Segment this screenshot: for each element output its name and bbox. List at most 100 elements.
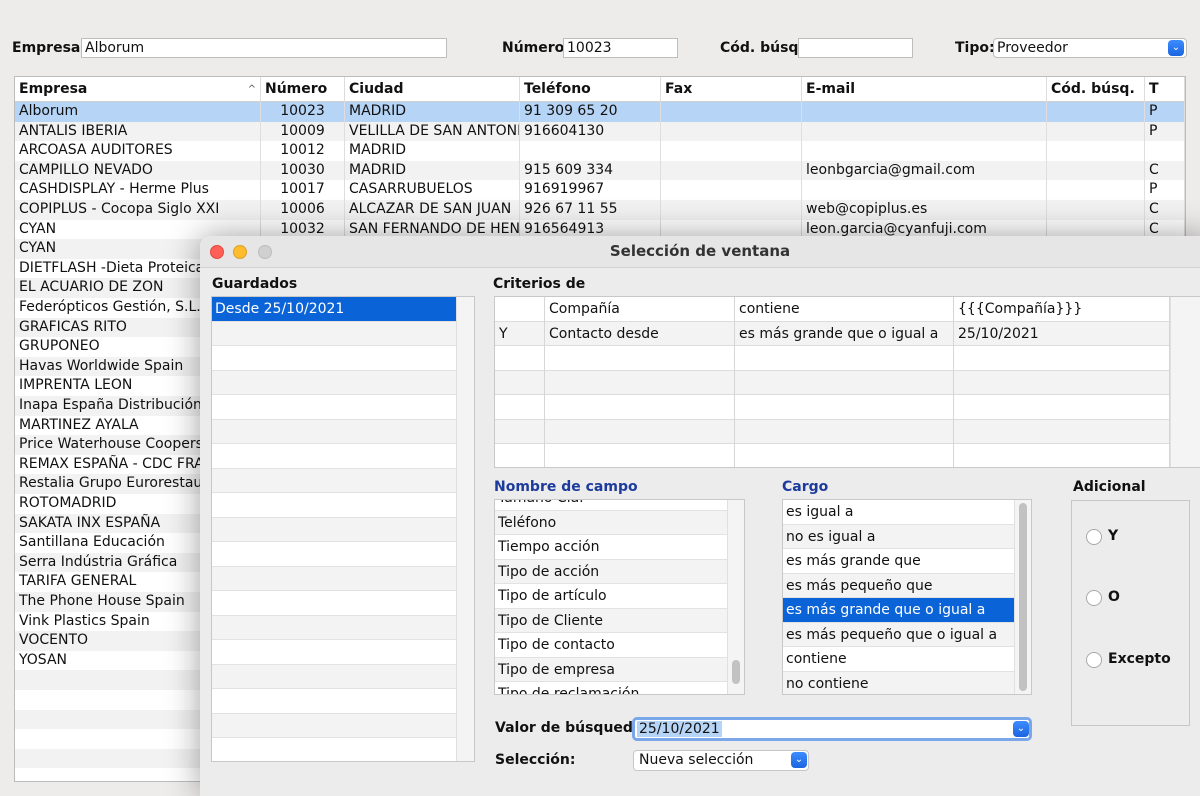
guardados-item[interactable]	[212, 713, 456, 738]
nombre-campo-item[interactable]: Tipo de reclamación	[495, 682, 727, 694]
radio-y[interactable]	[1086, 529, 1102, 545]
cell-empresa: CASHDISPLAY - Herme Plus	[15, 180, 261, 200]
guardados-item[interactable]	[212, 615, 456, 640]
cargo-item[interactable]: no contiene	[783, 671, 1014, 694]
radio-o-label: O	[1108, 589, 1120, 605]
cargo-item[interactable]: es igual a	[783, 500, 1014, 525]
numero-input[interactable]: 10023	[563, 38, 678, 58]
cell-empresa: Alborum	[15, 102, 261, 122]
radio-o[interactable]	[1086, 590, 1102, 606]
radio-excepto[interactable]	[1086, 652, 1102, 668]
valor-busqueda-label: Valor de búsqueda:	[495, 720, 648, 736]
nombre-campo-item[interactable]: Tipo de artículo	[495, 584, 727, 609]
guardados-item[interactable]	[212, 444, 456, 469]
nombre-campo-item[interactable]: Tipo de empresa	[495, 657, 727, 682]
sort-ascending-icon[interactable]: ^	[248, 77, 256, 102]
table-row[interactable]: CASHDISPLAY - Herme Plus 10017 CASARRUBUEL…	[15, 180, 1185, 200]
criterios-row[interactable]: Compañía contiene {{{Compañía}}}	[495, 297, 1170, 322]
numero-label: Número:	[502, 40, 570, 56]
col-header-email[interactable]: E-mail	[802, 77, 1047, 102]
nombre-campo-list[interactable]: Tamaño Cía.TeléfonoTiempo acciónTipo de …	[494, 499, 745, 695]
col-header-tipo[interactable]: T	[1145, 77, 1185, 102]
empresa-input[interactable]: Alborum	[81, 38, 447, 58]
nombre-campo-item[interactable]: Tipo de acción	[495, 559, 727, 584]
col-header-fax[interactable]: Fax	[661, 77, 802, 102]
valor-busqueda-input[interactable]: 25/10/2021 ⌄	[632, 717, 1032, 741]
tipo-select[interactable]: Proveedor	[993, 38, 1187, 58]
table-header: Empresa ^ Número Ciudad Teléfono Fax E-m…	[15, 77, 1185, 102]
seleccion-select[interactable]: Nueva selección ⌄	[633, 750, 809, 771]
criterios-row[interactable]	[495, 346, 1170, 371]
nombre-campo-item[interactable]: Teléfono	[495, 510, 727, 535]
guardados-item[interactable]	[212, 370, 456, 395]
criterios-cell-valor	[954, 395, 1170, 420]
table-row[interactable]: ANTALIS IBERIA 10009 VELILLA DE SAN ANTONI…	[15, 121, 1185, 142]
guardados-scrollbar[interactable]	[456, 297, 474, 761]
criterios-row[interactable]	[495, 395, 1170, 420]
guardados-item[interactable]	[212, 640, 456, 665]
col-header-ciudad[interactable]: Ciudad	[345, 77, 520, 102]
criterios-cell-cargo: es más grande que o igual a	[735, 321, 954, 346]
guardados-item[interactable]	[212, 468, 456, 493]
cell-numero: 10009	[261, 121, 345, 142]
cargo-item[interactable]: es más pequeño que o igual a	[783, 622, 1014, 647]
table-row[interactable]: ARCOASA AUDITORES 10012 MADRID	[15, 141, 1185, 161]
criterios-row[interactable]	[495, 370, 1170, 395]
col-header-codbusq[interactable]: Cód. búsq.	[1047, 77, 1145, 102]
cargo-scroll-thumb[interactable]	[1019, 503, 1027, 691]
criterios-grid[interactable]: Compañía contiene {{{Compañía}}} Y Contacto …	[494, 296, 1200, 468]
guardados-item[interactable]	[212, 346, 456, 371]
guardados-item[interactable]	[212, 664, 456, 689]
guardados-item[interactable]	[212, 419, 456, 444]
cargo-item[interactable]: es más pequeño que	[783, 573, 1014, 598]
table-row[interactable]: CAMPILLO NEVADO 10030 MADRID 915 609 334 leo…	[15, 160, 1185, 181]
guardados-item[interactable]	[212, 321, 456, 346]
cargo-item[interactable]: contiene	[783, 647, 1014, 672]
guardados-item[interactable]	[212, 493, 456, 518]
dialog-title: Selección de ventana	[609, 242, 791, 260]
cargo-item[interactable]: es más grande que	[783, 549, 1014, 574]
criterios-row[interactable]: Y Contacto desde es más grande que o igual…	[495, 321, 1170, 346]
guardados-list[interactable]: Desde 25/10/2021	[211, 296, 475, 762]
criterios-scrollbar[interactable]	[1170, 297, 1200, 467]
tipo-chevron-icon[interactable]: ⌄	[1168, 40, 1184, 56]
guardados-item[interactable]	[212, 591, 456, 616]
cell-email	[802, 141, 1047, 161]
valor-busqueda-chevron-icon[interactable]: ⌄	[1013, 721, 1029, 737]
cargo-item[interactable]: es más grande que o igual a	[783, 598, 1014, 623]
guardados-item[interactable]	[212, 517, 456, 542]
nombre-campo-item[interactable]: Tipo de contacto	[495, 633, 727, 658]
cell-email: web@copiplus.es	[802, 200, 1047, 220]
table-row[interactable]: COPIPLUS - Cocopa Siglo XXI 10006 ALCAZAR …	[15, 200, 1185, 220]
cell-email	[802, 180, 1047, 200]
guardados-item[interactable]	[212, 689, 456, 714]
col-header-empresa[interactable]: Empresa ^	[15, 77, 261, 102]
nombre-campo-scrollbar[interactable]	[727, 500, 744, 694]
seleccion-chevron-icon[interactable]: ⌄	[791, 752, 807, 768]
cargo-list[interactable]: es igual a no es igual a es más grande que…	[782, 499, 1032, 695]
nombre-campo-item[interactable]: Tamaño Cía.	[495, 500, 727, 511]
codbusq-input[interactable]	[798, 38, 913, 58]
criterios-cell-cargo	[735, 444, 954, 467]
criterios-cell-campo: Contacto desde	[545, 321, 735, 346]
criterios-label: Criterios de	[493, 276, 586, 292]
col-header-numero[interactable]: Número	[261, 77, 345, 102]
table-row[interactable]: Alborum 10023 MADRID 91 309 65 20 P	[15, 102, 1185, 122]
guardados-item[interactable]	[212, 542, 456, 567]
col-header-telefono[interactable]: Teléfono	[520, 77, 661, 102]
nombre-campo-item[interactable]: Tipo de Cliente	[495, 608, 727, 633]
nombre-campo-scroll-thumb[interactable]	[732, 660, 740, 684]
criterios-cell-cargo	[735, 419, 954, 444]
guardados-item[interactable]: Desde 25/10/2021	[212, 297, 456, 322]
cargo-scrollbar[interactable]	[1014, 500, 1031, 694]
criterios-row[interactable]	[495, 444, 1170, 467]
cell-empresa: ARCOASA AUDITORES	[15, 141, 261, 161]
criterios-cell-conj	[495, 346, 545, 371]
dialog-titlebar[interactable]: Selección de ventana	[200, 236, 1200, 268]
guardados-item[interactable]	[212, 738, 456, 761]
nombre-campo-item[interactable]: Tiempo acción	[495, 535, 727, 560]
guardados-item[interactable]	[212, 566, 456, 591]
cargo-item[interactable]: no es igual a	[783, 524, 1014, 549]
criterios-row[interactable]	[495, 419, 1170, 444]
guardados-item[interactable]	[212, 395, 456, 420]
